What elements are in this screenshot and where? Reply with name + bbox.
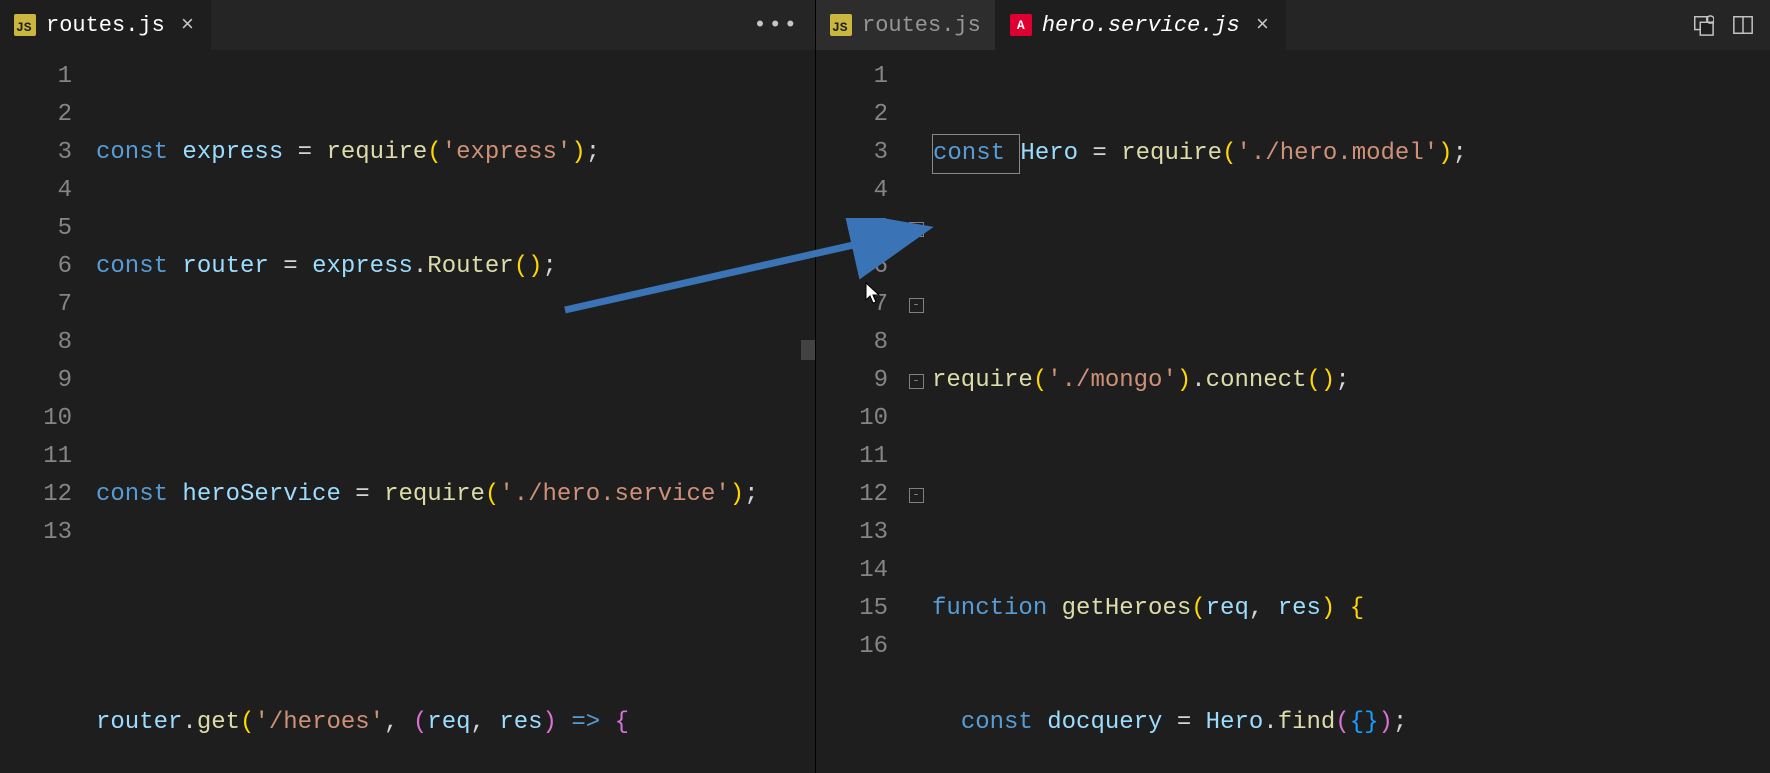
right-gutter: 12 34 56 78 910 1112 1314 1516	[816, 50, 906, 773]
js-file-icon: JS	[830, 14, 852, 36]
tab-label: routes.js	[46, 13, 165, 38]
tab-hero-service-js[interactable]: A hero.service.js ×	[996, 0, 1286, 50]
fold-icon[interactable]: -	[909, 488, 924, 503]
fold-icon[interactable]: -	[909, 298, 924, 313]
code-line: router.get('/heroes', (req, res) => {	[96, 704, 815, 742]
tab-label: hero.service.js	[1042, 13, 1240, 38]
tab-actions-right	[1676, 0, 1770, 50]
tab-routes-js-right[interactable]: JS routes.js	[816, 0, 996, 50]
code-line: function getHeroes(req, res) {	[932, 590, 1770, 628]
left-editor-pane: JS routes.js × ••• 12 34 56 78 910 1112 …	[0, 0, 816, 773]
tab-label: routes.js	[862, 13, 981, 38]
tab-routes-js[interactable]: JS routes.js ×	[0, 0, 211, 50]
code-line: const heroService = require('./hero.serv…	[96, 476, 815, 514]
code-line: const Hero = require('./hero.model');	[932, 134, 1770, 172]
split-editor-icon[interactable]	[1732, 14, 1754, 36]
code-line: const express = require('express');	[96, 134, 815, 172]
right-editor[interactable]: 12 34 56 78 910 1112 1314 1516 - - - -	[816, 50, 1770, 773]
js-file-icon: JS	[14, 14, 36, 36]
right-tabbar: JS routes.js A hero.service.js ×	[816, 0, 1770, 50]
fold-gutter: - - - -	[906, 50, 926, 773]
angular-file-icon: A	[1010, 14, 1032, 36]
fold-icon[interactable]: -	[909, 374, 924, 389]
right-editor-pane: JS routes.js A hero.service.js ×	[816, 0, 1770, 773]
code-line: require('./mongo').connect();	[932, 362, 1770, 400]
close-icon[interactable]: ×	[1254, 13, 1271, 38]
editor-group: JS routes.js × ••• 12 34 56 78 910 1112 …	[0, 0, 1770, 773]
minimap[interactable]	[795, 50, 815, 773]
compare-changes-icon[interactable]	[1692, 14, 1714, 36]
fold-icon[interactable]: -	[909, 222, 924, 237]
code-line: const docquery = Hero.find({});	[932, 704, 1770, 742]
left-gutter: 12 34 56 78 910 1112 13	[0, 50, 90, 773]
left-code[interactable]: const express = require('express'); cons…	[90, 50, 815, 773]
right-code[interactable]: const Hero = require('./hero.model'); re…	[926, 50, 1770, 773]
left-tabbar: JS routes.js × •••	[0, 0, 815, 50]
left-editor[interactable]: 12 34 56 78 910 1112 13 const express = …	[0, 50, 815, 773]
tab-actions: •••	[737, 0, 815, 50]
code-line: const router = express.Router();	[96, 248, 815, 286]
more-actions-icon[interactable]: •••	[753, 13, 799, 38]
close-icon[interactable]: ×	[179, 13, 196, 38]
